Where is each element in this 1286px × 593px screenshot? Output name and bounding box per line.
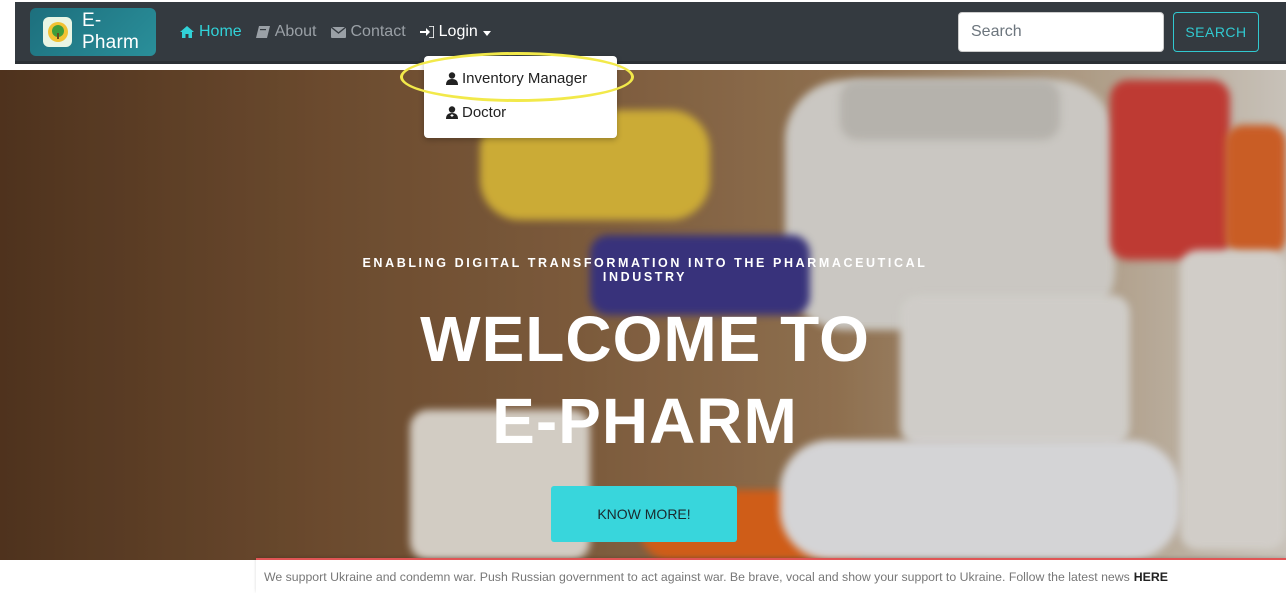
pharm-logo-icon [43, 17, 73, 47]
hero-title: WELCOME TO E-PHARM [390, 298, 900, 462]
nav-about[interactable]: About [255, 23, 317, 41]
highlight-annotation [400, 52, 634, 102]
nav-about-label: About [274, 23, 317, 40]
dropdown-item-label: Doctor [462, 104, 507, 121]
brand-name: E-Pharm [82, 10, 140, 53]
hero-tagline: ENABLING DIGITAL TRANSFORMATION INTO THE… [345, 256, 945, 284]
nav-home-label: Home [199, 23, 242, 40]
notice-text: We support Ukraine and condemn war. Push… [264, 569, 1130, 584]
nav-login-dropdown[interactable]: Login [419, 23, 491, 41]
user-doctor-icon [446, 106, 458, 119]
main-nav: Home About Contact Login [180, 2, 505, 62]
hero-tagline-line2: INDUSTRY [602, 270, 688, 284]
hero-title-line2: E-PHARM [492, 385, 798, 457]
nav-contact[interactable]: Contact [330, 23, 406, 41]
book-icon [255, 26, 270, 38]
nav-home[interactable]: Home [180, 23, 242, 41]
search-input[interactable] [958, 12, 1164, 52]
chevron-down-icon [482, 30, 491, 36]
nav-login-label: Login [438, 23, 478, 40]
search-button[interactable]: SEARCH [1173, 12, 1259, 52]
ukraine-notice-bar: We support Ukraine and condemn war. Push… [256, 558, 1286, 593]
envelope-icon [330, 26, 346, 38]
brand-link[interactable]: E-Pharm [30, 8, 156, 56]
sign-in-icon [419, 26, 434, 38]
know-more-button[interactable]: KNOW MORE! [551, 486, 737, 542]
notice-link[interactable]: HERE [1134, 570, 1168, 584]
dropdown-item-doctor[interactable]: Doctor [446, 104, 506, 121]
hero-title-line1: WELCOME TO [420, 303, 870, 375]
nav-contact-label: Contact [350, 23, 406, 40]
home-icon [180, 26, 194, 38]
hero-tagline-line1: ENABLING DIGITAL TRANSFORMATION INTO THE… [362, 256, 928, 270]
navbar: E-Pharm Home About Contact Login Search … [15, 2, 1286, 64]
hero-banner: ENABLING DIGITAL TRANSFORMATION INTO THE… [0, 70, 1286, 560]
